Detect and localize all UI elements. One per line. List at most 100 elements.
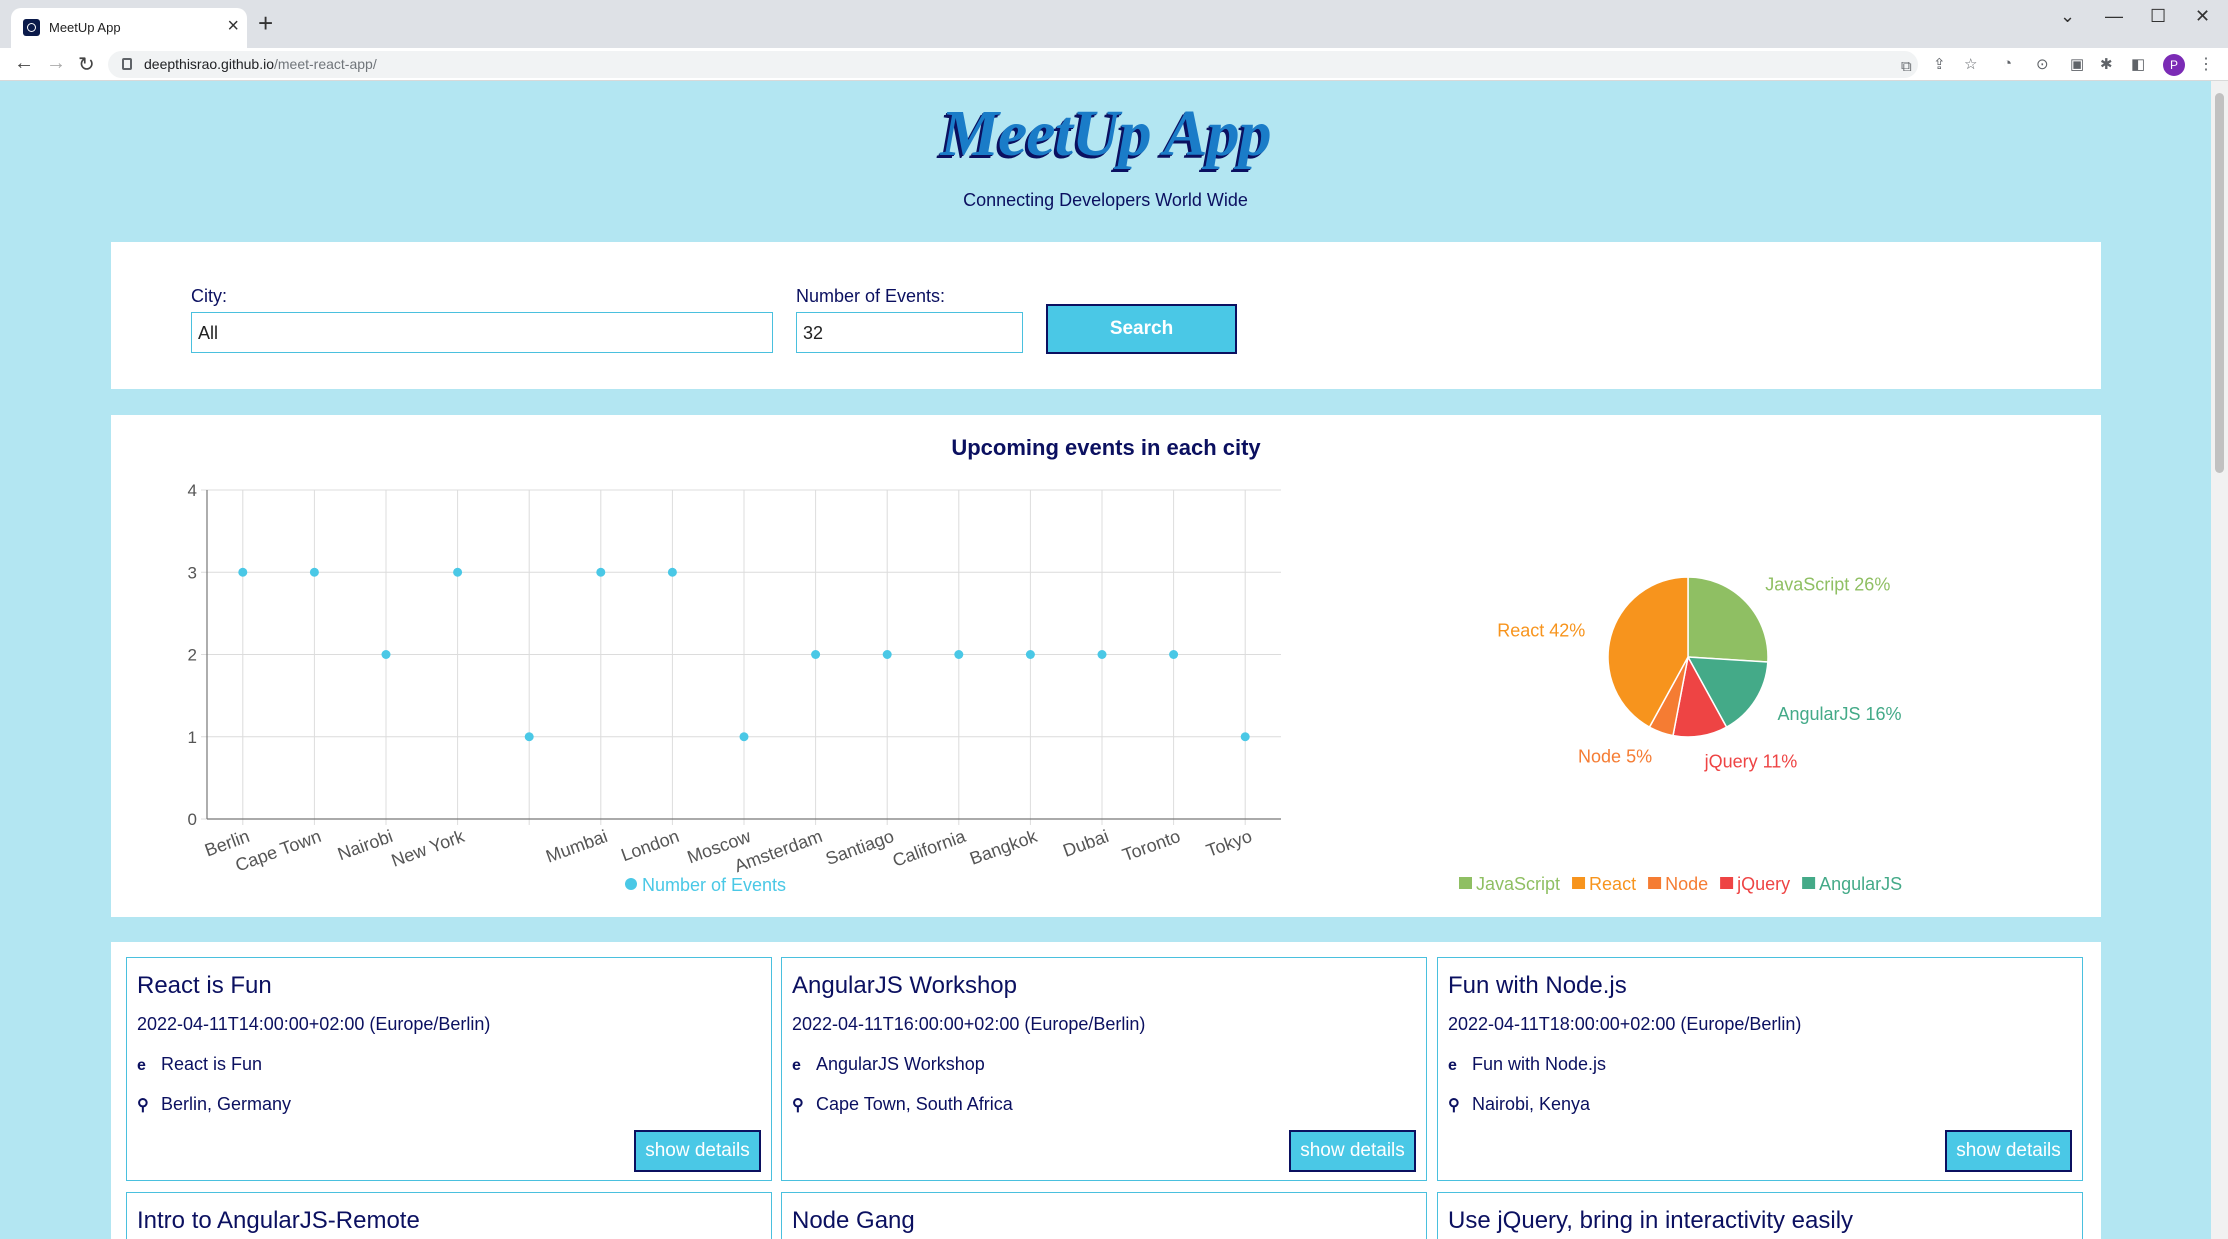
scatter-point (596, 567, 606, 577)
back-icon[interactable]: ← (14, 52, 34, 75)
legend-label: AngularJS (1819, 874, 1902, 894)
scatter-point (667, 567, 677, 577)
legend-label: Number of Events (642, 875, 786, 895)
scatter-point (238, 567, 248, 577)
y-tick-label: 2 (188, 646, 197, 665)
search-button[interactable]: Search (1046, 304, 1237, 354)
window-close-icon[interactable]: ✕ (2195, 6, 2210, 27)
city-label: City: (191, 286, 227, 306)
event-location: ⚲ Cape Town, South Africa (792, 1094, 1013, 1114)
event-title: Use jQuery, bring in interactivity easil… (1448, 1207, 1854, 1234)
legend-swatch (1572, 877, 1586, 889)
extensions-puzzle-icon[interactable]: ✱ (2100, 55, 2113, 73)
y-tick-label: 3 (188, 563, 197, 582)
event-icon: e (137, 1057, 146, 1074)
event-title: Intro to AngularJS-Remote (137, 1207, 420, 1234)
url-text: deepthisrao.github.io/meet-react-app/ (144, 56, 377, 72)
scatter-point (381, 650, 391, 659)
reload-icon[interactable]: ↻ (78, 52, 95, 77)
scatter-point (954, 650, 964, 659)
event-summary: e Fun with Node.js (1448, 1054, 1607, 1074)
pie-slice-label: jQuery 11% (1704, 752, 1798, 772)
scatter-point (453, 567, 463, 577)
scatter-point (1025, 650, 1035, 659)
side-panel-icon[interactable]: ◧ (2131, 55, 2145, 73)
extension-icon[interactable]: ⊙ (2036, 55, 2049, 73)
scatter-point (882, 650, 892, 659)
event-card: React is Fun 2022-04-11T14:00:00+02:00 (… (126, 957, 772, 1181)
event-summary: e AngularJS Workshop (792, 1054, 985, 1074)
legend-label: Node (1665, 874, 1708, 894)
event-date: 2022-04-11T18:00:00+02:00 (Europe/Berlin… (1448, 1014, 1802, 1034)
event-summary: e React is Fun (137, 1054, 263, 1074)
app-title: MeetUp App (940, 97, 1271, 170)
pie-slice-label: React 42% (1497, 621, 1585, 641)
open-in-app-icon[interactable]: ⧉ (1901, 58, 1912, 75)
page-scrollbar[interactable] (2211, 81, 2228, 1239)
y-tick-label: 4 (188, 481, 197, 500)
legend-label: jQuery (1736, 874, 1790, 894)
browser-tab[interactable]: MeetUp App × (11, 8, 247, 48)
event-card: Node Gang (781, 1192, 1427, 1239)
event-card: Fun with Node.js 2022-04-11T18:00:00+02:… (1437, 957, 2083, 1181)
legend-swatch (625, 878, 637, 890)
location-pin-icon: ⚲ (137, 1097, 149, 1114)
pie-slice-label: JavaScript 26% (1765, 574, 1890, 594)
event-card: Intro to AngularJS-Remote (126, 1192, 772, 1239)
event-location: ⚲ Nairobi, Kenya (1448, 1094, 1591, 1114)
legend-swatch (1648, 877, 1662, 889)
maximize-icon[interactable]: ☐ (2150, 6, 2166, 27)
legend-swatch (1720, 877, 1734, 889)
location-pin-icon: ⚲ (1448, 1097, 1460, 1114)
event-date: 2022-04-11T16:00:00+02:00 (Europe/Berlin… (792, 1014, 1146, 1034)
event-location: ⚲ Berlin, Germany (137, 1094, 292, 1114)
y-tick-label: 1 (188, 728, 197, 747)
legend-swatch (1802, 877, 1816, 889)
url-field[interactable]: deepthisrao.github.io/meet-react-app/ ⧉ (108, 51, 1918, 78)
charts-panel: Upcoming events in each city 0 1 2 3 4 Berlin… (111, 415, 2101, 917)
event-title: React is Fun (137, 972, 272, 999)
x-tick-label: California (890, 826, 969, 871)
x-tick-label: Nairobi (335, 826, 395, 864)
browser-menu-icon[interactable]: ⋮ (2198, 54, 2214, 74)
minimize-icon[interactable]: — (2105, 6, 2123, 27)
legend-swatch (1459, 877, 1472, 889)
show-details-button[interactable]: show details (1289, 1130, 1416, 1172)
scatter-point (811, 650, 821, 659)
extension-icon[interactable]: ◔ (2003, 55, 2012, 72)
pie-slice-label: AngularJS 16% (1777, 704, 1901, 724)
close-tab-icon[interactable]: × (227, 16, 239, 36)
x-tick-label: New York (389, 826, 468, 871)
legend-label: React (1589, 874, 1636, 894)
pie-slice-label: Node 5% (1578, 747, 1652, 767)
forward-icon[interactable]: → (46, 52, 66, 75)
scrollbar-thumb[interactable] (2215, 93, 2224, 473)
browser-tab-strip: MeetUp App × + ⌄ — ☐ ✕ (0, 0, 2228, 48)
scatter-point (1097, 650, 1107, 659)
event-count-input[interactable]: 32 (796, 312, 1023, 353)
extension-icon[interactable]: ▣ (2070, 55, 2084, 73)
tab-search-icon[interactable]: ⌄ (2060, 6, 2075, 27)
city-input[interactable]: All (191, 312, 773, 353)
show-details-button[interactable]: show details (634, 1130, 761, 1172)
show-details-button[interactable]: show details (1945, 1130, 2072, 1172)
events-panel: React is Fun 2022-04-11T14:00:00+02:00 (… (111, 942, 2101, 1239)
tab-title: MeetUp App (49, 20, 121, 35)
event-card: AngularJS Workshop 2022-04-11T16:00:00+0… (781, 957, 1427, 1181)
scatter-point (309, 567, 319, 577)
x-tick-label: Tokyo (1204, 826, 1255, 861)
scatter-chart: 01234BerlinCape Town NairobiNew York Mumba… (188, 481, 1903, 895)
event-card: Use jQuery, bring in interactivity easil… (1437, 1192, 2083, 1239)
share-icon[interactable]: ⇪ (1933, 55, 1946, 73)
bookmark-star-icon[interactable]: ☆ (1964, 55, 1977, 73)
event-date: 2022-04-11T14:00:00+02:00 (Europe/Berlin… (137, 1014, 491, 1034)
event-title: Node Gang (792, 1207, 915, 1234)
lock-icon[interactable] (122, 58, 132, 70)
profile-avatar[interactable]: P (2163, 54, 2185, 76)
new-tab-icon[interactable]: + (258, 10, 273, 36)
app-favicon-icon (23, 19, 40, 36)
event-title: AngularJS Workshop (792, 972, 1017, 999)
location-pin-icon: ⚲ (792, 1097, 804, 1114)
x-tick-label: Dubai (1060, 826, 1111, 861)
event-count-label: Number of Events: (796, 286, 946, 306)
